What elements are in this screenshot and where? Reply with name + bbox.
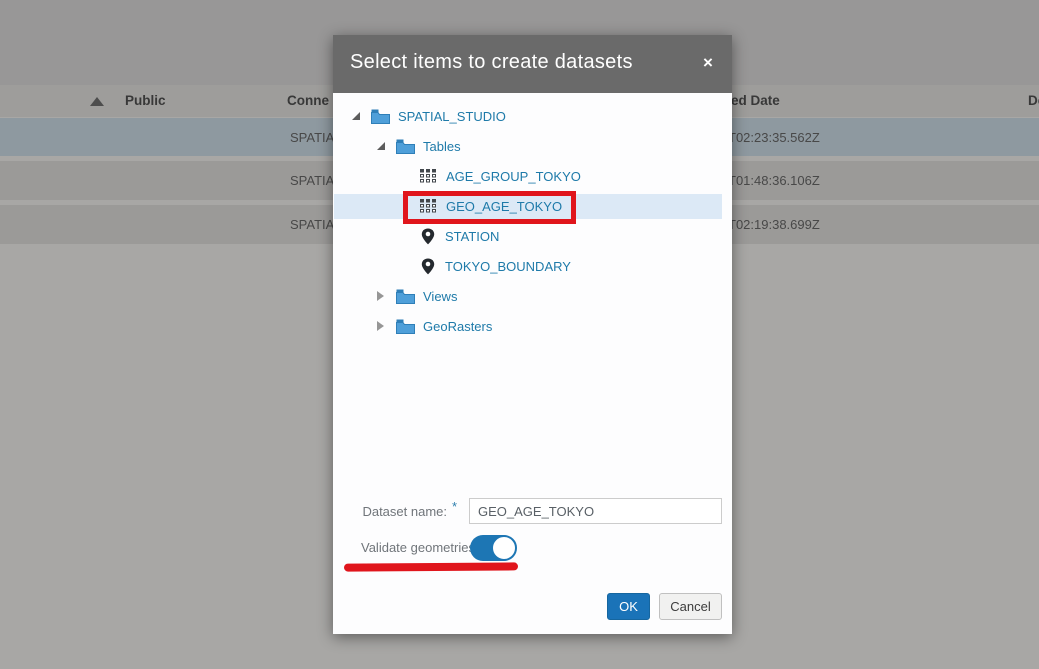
column-header-created-date: ed Date <box>731 93 780 108</box>
tree-item-tokyo-boundary[interactable]: TOKYO_BOUNDARY <box>333 254 732 278</box>
validate-geometries-toggle[interactable] <box>470 535 516 561</box>
tree-item-georasters[interactable]: GeoRasters <box>333 314 732 338</box>
tree-item-label: Tables <box>423 139 461 154</box>
cancel-button[interactable]: Cancel <box>659 593 722 620</box>
tree-item-geo-age-tokyo[interactable]: GEO_AGE_TOKYO <box>333 194 732 218</box>
annotation-red-underline <box>344 562 518 571</box>
validate-geometries-label: Validate geometries <box>361 540 475 555</box>
location-pin-icon <box>421 228 435 245</box>
dataset-name-label: Dataset name: <box>353 504 447 519</box>
tree-item-label: STATION <box>445 229 499 244</box>
tree-item-label: Views <box>423 289 457 304</box>
table-icon <box>420 169 436 183</box>
tree-item-spatial-studio[interactable]: SPATIAL_STUDIO <box>333 104 732 128</box>
folder-icon <box>396 289 415 304</box>
ok-button[interactable]: OK <box>607 593 650 620</box>
folder-icon <box>396 139 415 154</box>
tree-item-label: TOKYO_BOUNDARY <box>445 259 571 274</box>
expand-arrow-icon[interactable] <box>377 321 384 331</box>
location-pin-icon <box>421 258 435 275</box>
tree-item-label: AGE_GROUP_TOKYO <box>446 169 581 184</box>
dataset-name-input[interactable] <box>469 498 722 524</box>
expand-arrow-icon[interactable] <box>377 291 384 301</box>
expand-arrow-icon[interactable] <box>377 142 385 150</box>
cell-created-date: T01:48:36.106Z <box>728 173 820 188</box>
folder-icon <box>371 109 390 124</box>
tree-item-age-group-tokyo[interactable]: AGE_GROUP_TOKYO <box>333 164 732 188</box>
cell-connection: SPATIA <box>290 173 334 188</box>
select-items-dialog: Select items to create datasets × SPATIA… <box>333 35 732 634</box>
tree-item-label: GeoRasters <box>423 319 492 334</box>
column-header-public: Public <box>125 93 166 108</box>
tree-item-label: SPATIAL_STUDIO <box>398 109 506 124</box>
tree-item-station[interactable]: STATION <box>333 224 732 248</box>
tree-item-tables[interactable]: Tables <box>333 134 732 158</box>
dialog-title: Select items to create datasets <box>350 51 633 74</box>
tree-item-views[interactable]: Views <box>333 284 732 308</box>
cell-created-date: T02:19:38.699Z <box>728 217 820 232</box>
column-header-connection: Conne <box>287 93 329 108</box>
cell-created-date: T02:23:35.562Z <box>728 130 820 145</box>
column-header-clipped: De <box>1028 93 1039 108</box>
dialog-titlebar: Select items to create datasets × <box>333 35 732 93</box>
cell-connection: SPATIA <box>290 130 334 145</box>
tree-item-label: GEO_AGE_TOKYO <box>446 199 562 214</box>
expand-arrow-icon[interactable] <box>352 112 360 120</box>
required-asterisk: * <box>452 499 457 514</box>
sort-asc-icon <box>90 97 104 106</box>
folder-icon <box>396 319 415 334</box>
close-icon[interactable]: × <box>697 52 719 74</box>
table-icon <box>420 199 436 213</box>
cell-connection: SPATIA <box>290 217 334 232</box>
toggle-knob <box>491 535 517 561</box>
